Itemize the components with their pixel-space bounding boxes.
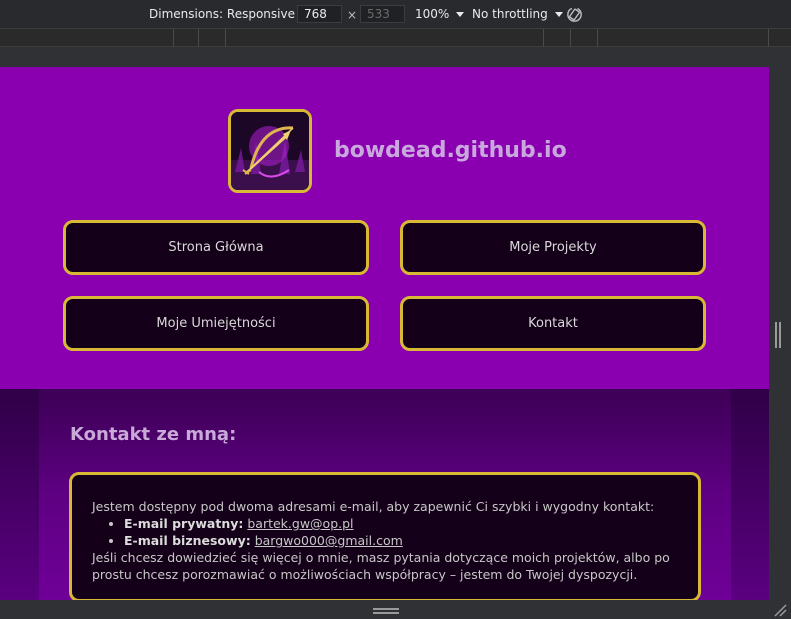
mq-divider (597, 29, 598, 47)
list-item: E-mail biznesowy: bargwo000@gmail.com (124, 532, 678, 549)
zoom-dropdown[interactable]: 100% (415, 7, 465, 21)
times-sign: × (347, 8, 358, 22)
business-email-label: E-mail biznesowy: (124, 533, 251, 548)
site-name[interactable]: bowdead.github.io (334, 138, 567, 163)
section-title: Kontakt ze mną: (70, 424, 237, 445)
viewport-spacer (0, 47, 791, 67)
page-viewport: bowdead.github.io Strona Główna Moje Pro… (0, 67, 769, 600)
width-resize-handle[interactable] (775, 322, 781, 348)
mq-divider (225, 29, 226, 47)
private-email-link[interactable]: bartek.gw@op.pl (247, 516, 353, 531)
list-item: E-mail prywatny: bartek.gw@op.pl (124, 515, 678, 532)
contact-card: Jestem dostępny pod dwoma adresami e-mai… (69, 472, 701, 600)
mq-divider (543, 29, 544, 47)
width-input[interactable] (297, 5, 342, 23)
nav-button-projects[interactable]: Moje Projekty (400, 220, 706, 275)
nav-button-contact[interactable]: Kontakt (400, 296, 706, 351)
media-query-bar[interactable] (0, 29, 791, 47)
chevron-down-icon (554, 11, 563, 17)
private-email-label: E-mail prywatny: (124, 516, 244, 531)
corner-resize-icon[interactable] (773, 603, 787, 617)
chevron-down-icon (456, 11, 465, 17)
contact-section: Kontakt ze mną: Jestem dostępny pod dwom… (39, 389, 731, 600)
site-logo[interactable] (228, 109, 312, 193)
throttling-label: No throttling (472, 7, 548, 21)
nav-button-skills[interactable]: Moje Umiejętności (63, 296, 369, 351)
rotate-icon[interactable] (565, 5, 584, 24)
dimensions-dropdown[interactable]: Dimensions: Responsive (149, 7, 310, 21)
mq-divider (570, 29, 571, 47)
contact-intro: Jestem dostępny pod dwoma adresami e-mai… (92, 499, 655, 514)
device-toolbar: Dimensions: Responsive × 100% No throttl… (0, 0, 791, 29)
dimensions-label: Dimensions: Responsive (149, 7, 295, 21)
height-resize-handle[interactable] (373, 608, 399, 614)
business-email-link[interactable]: bargwo000@gmail.com (255, 533, 403, 548)
email-list: E-mail prywatny: bartek.gw@op.pl E-mail … (92, 515, 678, 549)
mq-divider (173, 29, 174, 47)
site-header: bowdead.github.io Strona Główna Moje Pro… (0, 67, 769, 389)
contact-outro: Jeśli chcesz dowiedzieć się więcej o mni… (92, 550, 670, 582)
zoom-label: 100% (415, 7, 450, 21)
height-input[interactable] (360, 5, 405, 23)
mq-divider (198, 29, 199, 47)
mq-divider (768, 29, 769, 47)
bow-logo-icon (231, 112, 309, 190)
nav-button-home[interactable]: Strona Główna (63, 220, 369, 275)
throttling-dropdown[interactable]: No throttling (472, 7, 563, 21)
